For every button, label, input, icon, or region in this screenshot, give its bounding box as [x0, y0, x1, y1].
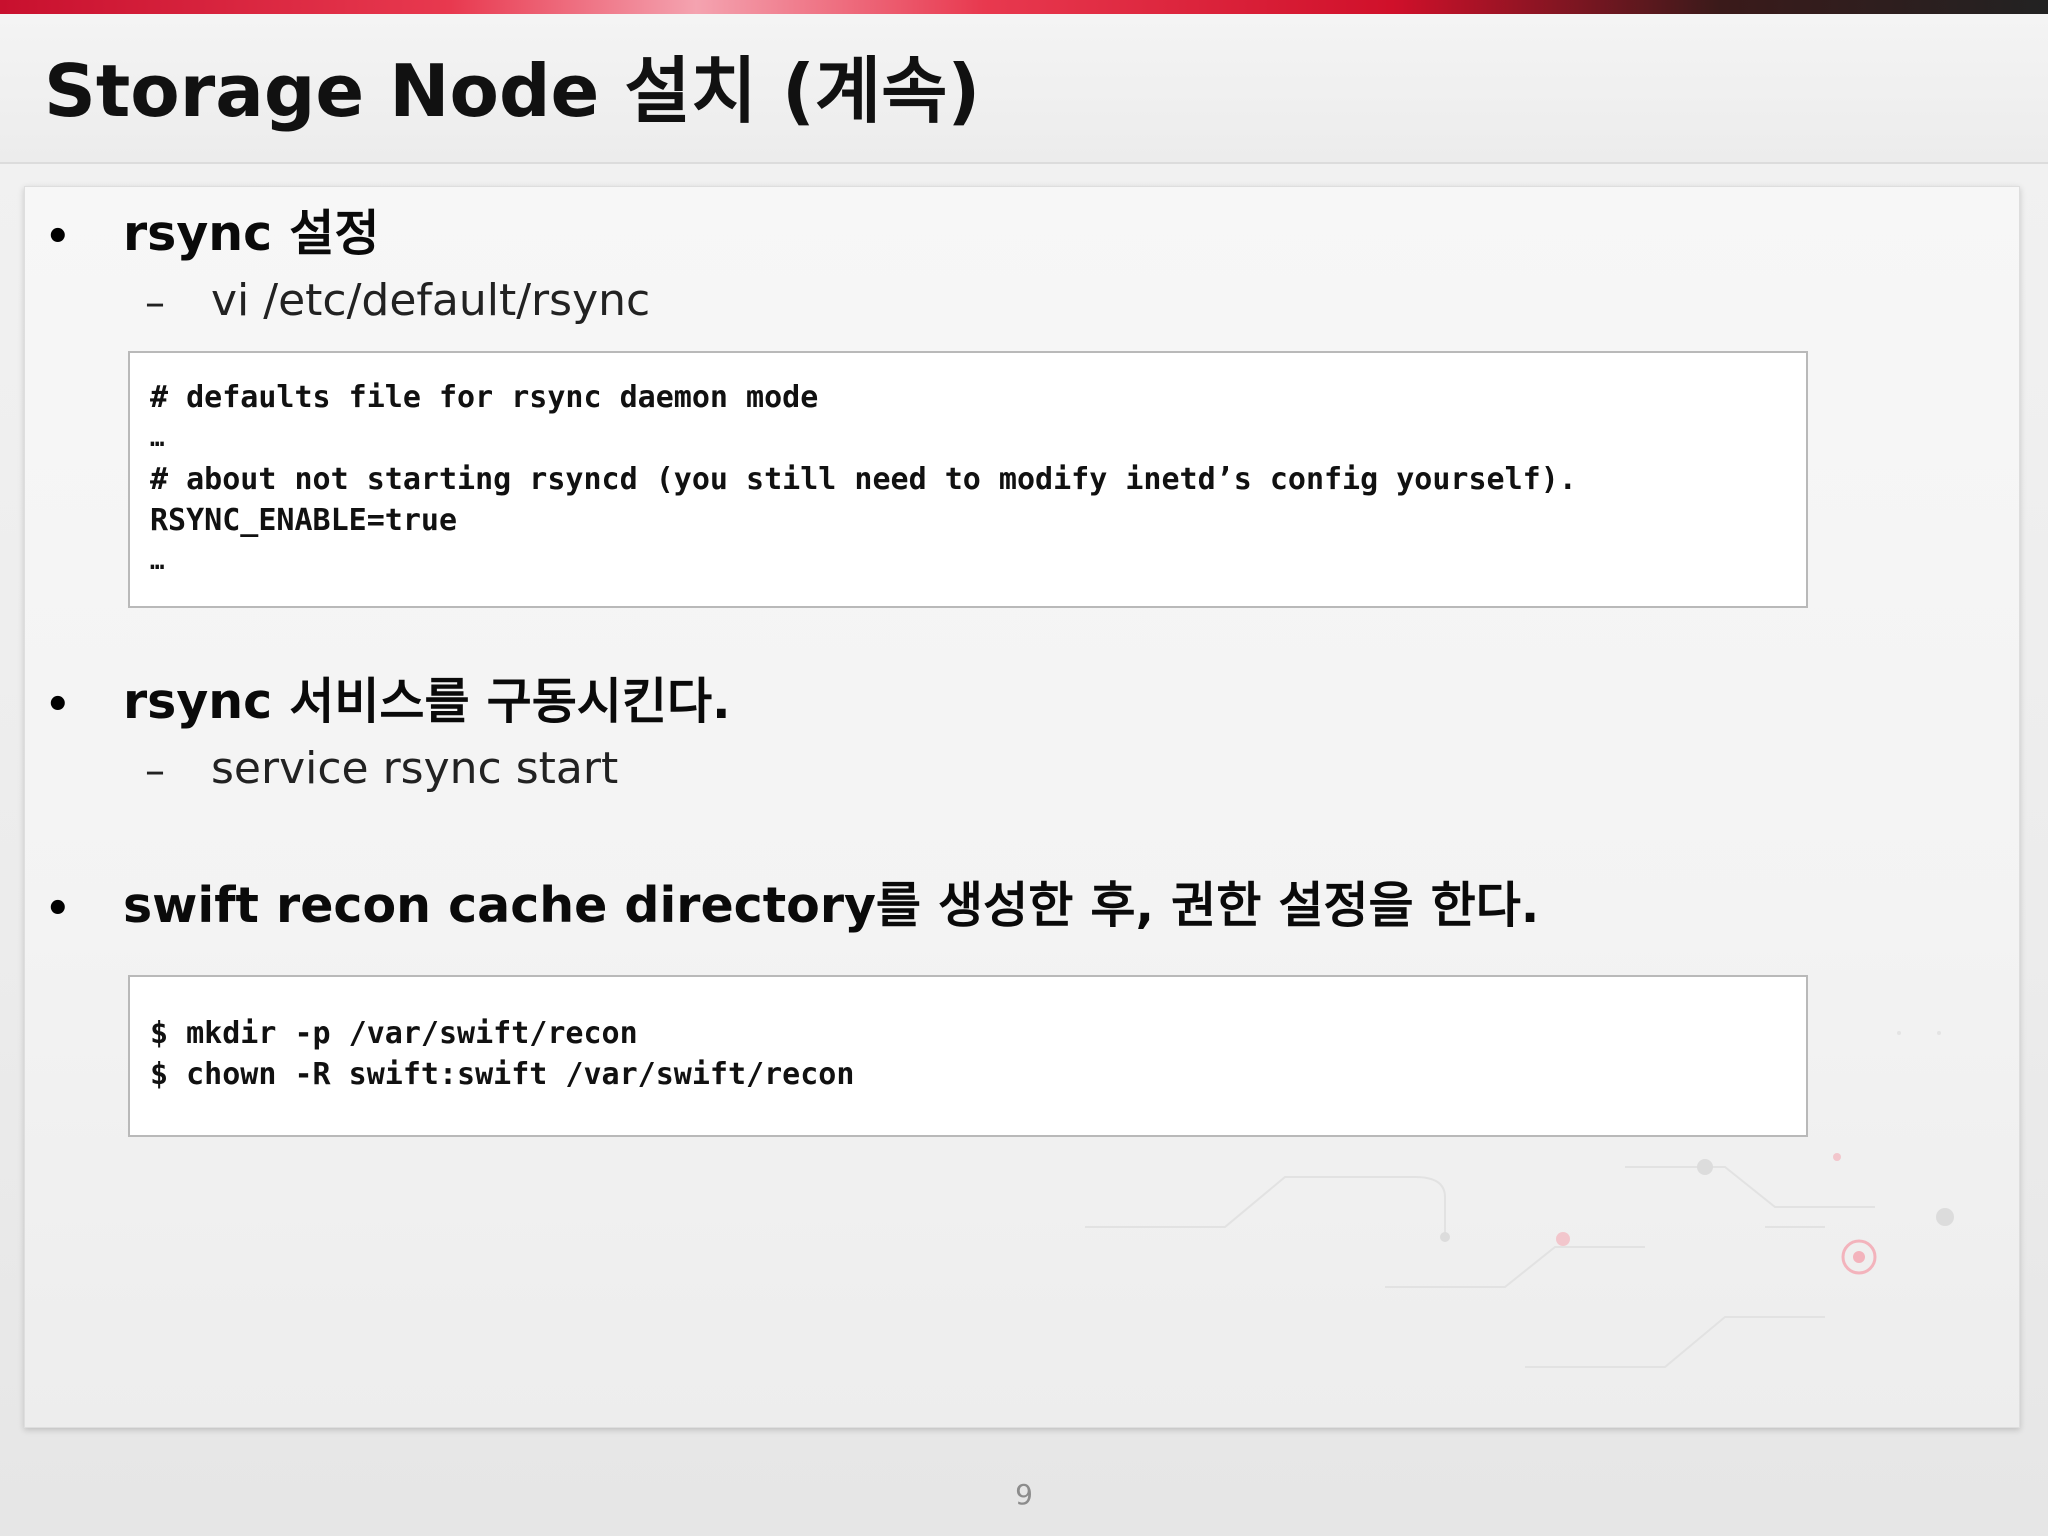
code-line: … — [150, 547, 165, 575]
sub-bullet-rsync-path: vi /etc/default/rsync — [211, 275, 651, 326]
sub-bullet-service-command: service rsync start — [211, 743, 619, 794]
sub-bullet-dash: – — [145, 280, 165, 326]
bullet-marker: • — [45, 214, 71, 260]
code-line: # about not starting rsyncd (you still n… — [150, 462, 1577, 497]
code-block-recon-commands: $ mkdir -p /var/swift/recon $ chown -R s… — [128, 975, 1808, 1137]
code-line: # defaults file for rsync daemon mode — [150, 380, 819, 415]
content-panel: • rsync 설정 – vi /etc/default/rsync # def… — [24, 186, 2020, 1428]
code-line: … — [150, 424, 165, 452]
slide-title: Storage Node 설치 (계속) — [44, 49, 981, 133]
code-line: RSYNC_ENABLE=true — [150, 503, 458, 538]
code-line: $ mkdir -p /var/swift/recon — [150, 1016, 638, 1051]
top-accent-bar — [0, 0, 2048, 14]
bullet-marker: • — [45, 886, 71, 932]
code-block-rsync-defaults: # defaults file for rsync daemon mode … … — [128, 351, 1808, 608]
bullet-recon-cache: swift recon cache directory를 생성한 후, 권한 설… — [123, 877, 1540, 934]
title-area: Storage Node 설치 (계속) — [0, 14, 2048, 164]
bullet-rsync-start: rsync 서비스를 구동시킨다. — [123, 673, 731, 730]
slide: { "slide": { "title": "Storage Node 설치 (… — [0, 0, 2048, 1536]
code-line: $ chown -R swift:swift /var/swift/recon — [150, 1057, 855, 1092]
bullet-marker: • — [45, 682, 71, 728]
sub-bullet-dash: – — [145, 748, 165, 794]
page-number: 9 — [1015, 1478, 1033, 1511]
bullet-rsync-config: rsync 설정 — [123, 205, 380, 262]
